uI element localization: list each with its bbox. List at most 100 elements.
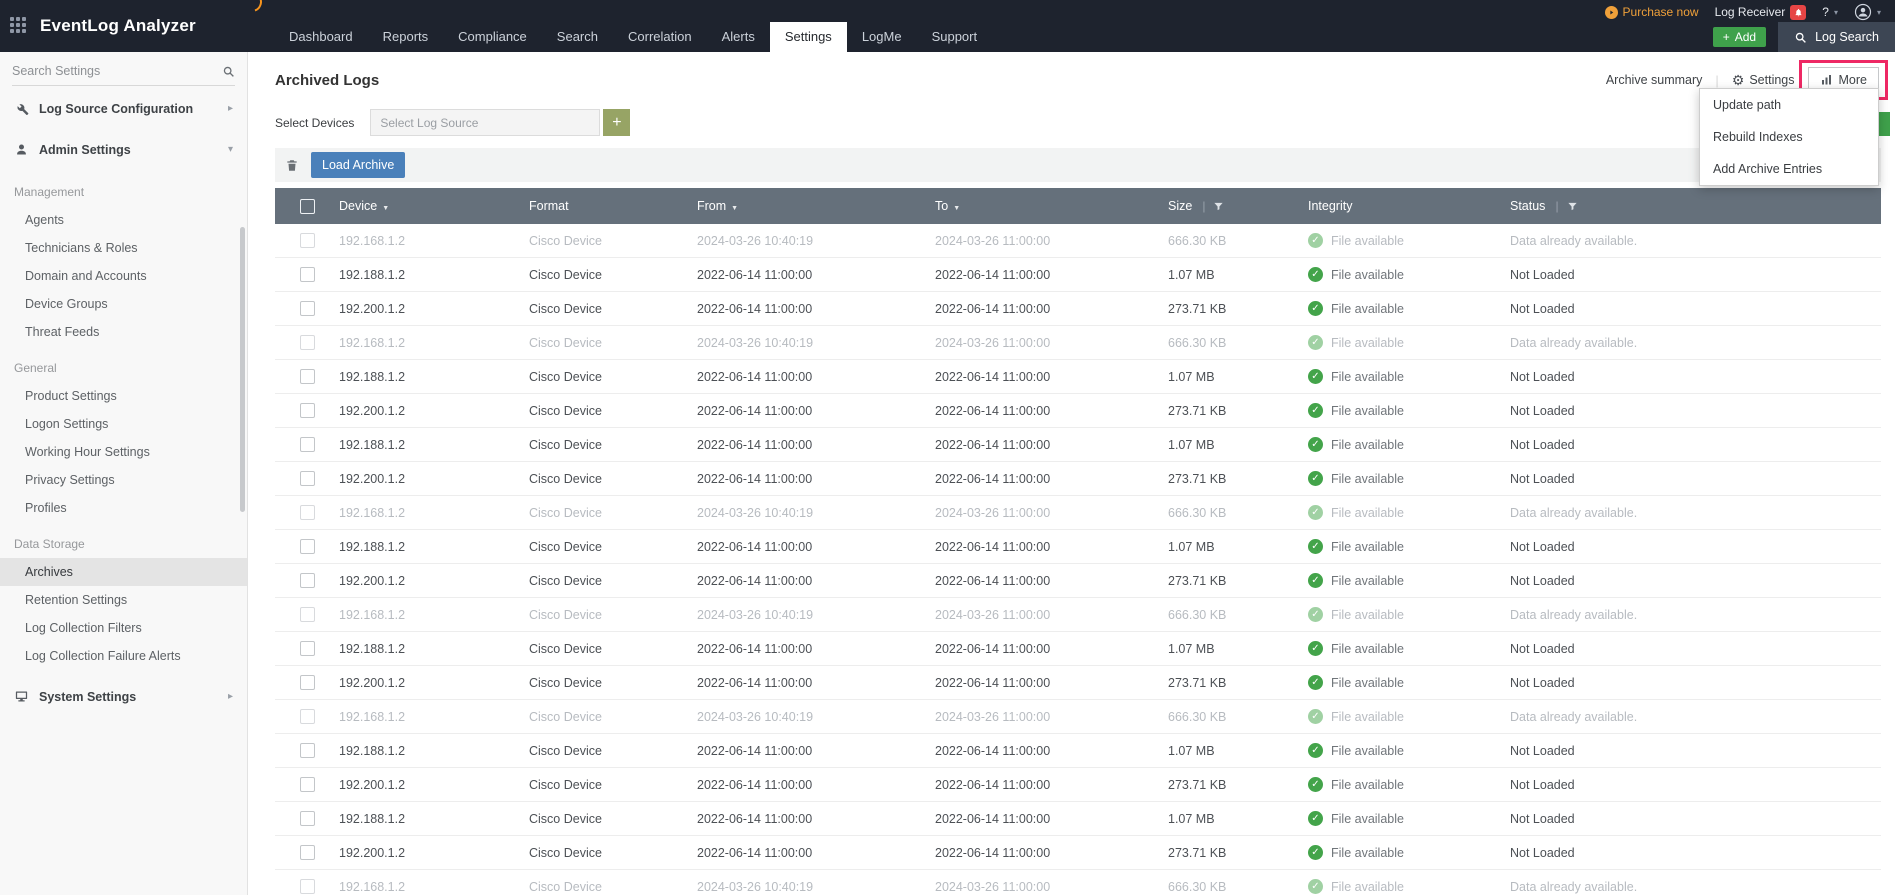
table-row[interactable]: 192.200.1.2 Cisco Device 2022-06-14 11:00:… bbox=[275, 768, 1881, 802]
tab-correlation[interactable]: Correlation bbox=[613, 22, 707, 52]
table-row[interactable]: 192.188.1.2 Cisco Device 2022-06-14 11:00:… bbox=[275, 258, 1881, 292]
sort-desc-icon[interactable]: ▼ bbox=[731, 205, 738, 212]
row-checkbox[interactable] bbox=[299, 403, 315, 418]
menu-item-update-path[interactable]: Update path bbox=[1700, 89, 1878, 121]
row-checkbox[interactable] bbox=[299, 437, 315, 452]
table-row[interactable]: 192.200.1.2 Cisco Device 2022-06-14 11:00:… bbox=[275, 564, 1881, 598]
cell-status: Not Loaded bbox=[1510, 777, 1575, 792]
sidebar-item-system-settings[interactable]: System Settings ▸ bbox=[0, 676, 247, 717]
apps-grid-icon[interactable] bbox=[10, 17, 28, 35]
row-checkbox[interactable] bbox=[299, 845, 315, 860]
tab-settings[interactable]: Settings bbox=[769, 22, 847, 52]
row-checkbox[interactable] bbox=[299, 369, 315, 384]
load-archive-button[interactable]: Load Archive bbox=[311, 152, 406, 178]
archive-summary-link[interactable]: Archive summary bbox=[1606, 73, 1703, 87]
col-header-format[interactable]: Format bbox=[529, 199, 697, 213]
sidebar-item-admin-settings[interactable]: Admin Settings ▾ bbox=[0, 129, 247, 170]
row-checkbox[interactable] bbox=[299, 233, 315, 248]
row-checkbox[interactable] bbox=[299, 505, 315, 520]
tab-compliance[interactable]: Compliance bbox=[443, 22, 542, 52]
filter-icon[interactable] bbox=[1213, 201, 1224, 212]
col-header-size[interactable]: Size | bbox=[1168, 199, 1308, 213]
menu-item-rebuild-indexes[interactable]: Rebuild Indexes bbox=[1700, 121, 1878, 153]
tab-search[interactable]: Search bbox=[542, 22, 613, 52]
select-all-checkbox[interactable] bbox=[299, 198, 315, 214]
select-log-source-input[interactable] bbox=[370, 109, 601, 136]
tab-alerts[interactable]: Alerts bbox=[707, 22, 770, 52]
row-checkbox[interactable] bbox=[299, 811, 315, 826]
col-header-to[interactable]: To ▼ bbox=[935, 199, 1168, 213]
table-row[interactable]: 192.168.1.2 Cisco Device 2024-03-26 10:40:… bbox=[275, 326, 1881, 360]
row-checkbox[interactable] bbox=[299, 301, 315, 316]
row-checkbox[interactable] bbox=[299, 641, 315, 656]
table-row[interactable]: 192.200.1.2 Cisco Device 2022-06-14 11:00:… bbox=[275, 394, 1881, 428]
sidebar-scrollbar[interactable] bbox=[240, 227, 245, 512]
sidebar-item-profiles[interactable]: Profiles bbox=[0, 494, 247, 522]
sidebar-item-device-groups[interactable]: Device Groups bbox=[0, 290, 247, 318]
sidebar-item-log-collection-failure-alerts[interactable]: Log Collection Failure Alerts bbox=[0, 642, 247, 670]
table-row[interactable]: 192.188.1.2 Cisco Device 2022-06-14 11:00:… bbox=[275, 632, 1881, 666]
add-device-button[interactable]: + bbox=[603, 109, 631, 136]
sort-desc-icon[interactable]: ▼ bbox=[953, 205, 960, 212]
table-row[interactable]: 192.168.1.2 Cisco Device 2024-03-26 10:40:… bbox=[275, 700, 1881, 734]
tab-dashboard[interactable]: Dashboard bbox=[274, 22, 368, 52]
tab-logme[interactable]: LogMe bbox=[847, 22, 917, 52]
table-row[interactable]: 192.188.1.2 Cisco Device 2022-06-14 11:00:… bbox=[275, 734, 1881, 768]
purchase-now-link[interactable]: Purchase now bbox=[1604, 5, 1699, 19]
sidebar-item-retention-settings[interactable]: Retention Settings bbox=[0, 586, 247, 614]
table-row[interactable]: 192.200.1.2 Cisco Device 2022-06-14 11:00:… bbox=[275, 836, 1881, 870]
sidebar-item-archives[interactable]: Archives bbox=[0, 558, 247, 586]
col-header-device[interactable]: Device ▼ bbox=[339, 199, 529, 213]
sidebar-item-threat-feeds[interactable]: Threat Feeds bbox=[0, 318, 247, 346]
row-checkbox[interactable] bbox=[299, 709, 315, 724]
sidebar-item-privacy-settings[interactable]: Privacy Settings bbox=[0, 466, 247, 494]
search-settings-input[interactable] bbox=[12, 64, 222, 78]
col-header-status[interactable]: Status | bbox=[1510, 199, 1881, 213]
row-checkbox[interactable] bbox=[299, 879, 315, 894]
sidebar-item-log-source-configuration[interactable]: Log Source Configuration ▸ bbox=[0, 88, 247, 129]
sidebar-item-log-collection-filters[interactable]: Log Collection Filters bbox=[0, 614, 247, 642]
help-menu[interactable]: ? ▾ bbox=[1822, 5, 1838, 19]
table-row[interactable]: 192.200.1.2 Cisco Device 2022-06-14 11:00:… bbox=[275, 666, 1881, 700]
delete-button[interactable] bbox=[285, 158, 299, 173]
menu-item-add-archive-entries[interactable]: Add Archive Entries bbox=[1700, 153, 1878, 185]
row-checkbox[interactable] bbox=[299, 607, 315, 622]
log-search-button[interactable]: Log Search bbox=[1778, 22, 1895, 52]
add-button[interactable]: + Add bbox=[1712, 27, 1767, 47]
log-receiver-link[interactable]: Log Receiver bbox=[1715, 4, 1807, 20]
col-header-from[interactable]: From ▼ bbox=[697, 199, 935, 213]
sidebar-item-working-hour-settings[interactable]: Working Hour Settings bbox=[0, 438, 247, 466]
sort-desc-icon[interactable]: ▼ bbox=[382, 205, 389, 212]
row-checkbox[interactable] bbox=[299, 675, 315, 690]
sidebar-item-agents[interactable]: Agents bbox=[0, 206, 247, 234]
user-menu[interactable]: ▾ bbox=[1854, 3, 1881, 21]
table-row[interactable]: 192.168.1.2 Cisco Device 2024-03-26 10:40:… bbox=[275, 224, 1881, 258]
sidebar-item-domain-and-accounts[interactable]: Domain and Accounts bbox=[0, 262, 247, 290]
table-row[interactable]: 192.188.1.2 Cisco Device 2022-06-14 11:00:… bbox=[275, 802, 1881, 836]
sidebar-item-logon-settings[interactable]: Logon Settings bbox=[0, 410, 247, 438]
table-row[interactable]: 192.200.1.2 Cisco Device 2022-06-14 11:00:… bbox=[275, 462, 1881, 496]
archive-settings-button[interactable]: ⚙ Settings bbox=[1732, 72, 1795, 89]
filter-icon[interactable] bbox=[1567, 201, 1578, 212]
tab-support[interactable]: Support bbox=[917, 22, 993, 52]
table-row[interactable]: 192.168.1.2 Cisco Device 2024-03-26 10:40:… bbox=[275, 870, 1881, 895]
search-icon[interactable] bbox=[222, 65, 235, 78]
table-row[interactable]: 192.188.1.2 Cisco Device 2022-06-14 11:00:… bbox=[275, 428, 1881, 462]
table-row[interactable]: 192.200.1.2 Cisco Device 2022-06-14 11:00:… bbox=[275, 292, 1881, 326]
row-checkbox[interactable] bbox=[299, 573, 315, 588]
row-checkbox[interactable] bbox=[299, 471, 315, 486]
row-checkbox[interactable] bbox=[299, 777, 315, 792]
table-row[interactable]: 192.188.1.2 Cisco Device 2022-06-14 11:00:… bbox=[275, 530, 1881, 564]
table-row[interactable]: 192.168.1.2 Cisco Device 2024-03-26 10:40:… bbox=[275, 496, 1881, 530]
notification-badge[interactable] bbox=[1790, 4, 1807, 20]
sidebar-item-product-settings[interactable]: Product Settings bbox=[0, 382, 247, 410]
row-checkbox[interactable] bbox=[299, 743, 315, 758]
row-checkbox[interactable] bbox=[299, 539, 315, 554]
row-checkbox[interactable] bbox=[299, 335, 315, 350]
sidebar-item-technicians-roles[interactable]: Technicians & Roles bbox=[0, 234, 247, 262]
tab-reports[interactable]: Reports bbox=[368, 22, 444, 52]
row-checkbox[interactable] bbox=[299, 267, 315, 282]
table-row[interactable]: 192.168.1.2 Cisco Device 2024-03-26 10:40:… bbox=[275, 598, 1881, 632]
integrity-label: File available bbox=[1331, 301, 1404, 316]
table-row[interactable]: 192.188.1.2 Cisco Device 2022-06-14 11:00:… bbox=[275, 360, 1881, 394]
